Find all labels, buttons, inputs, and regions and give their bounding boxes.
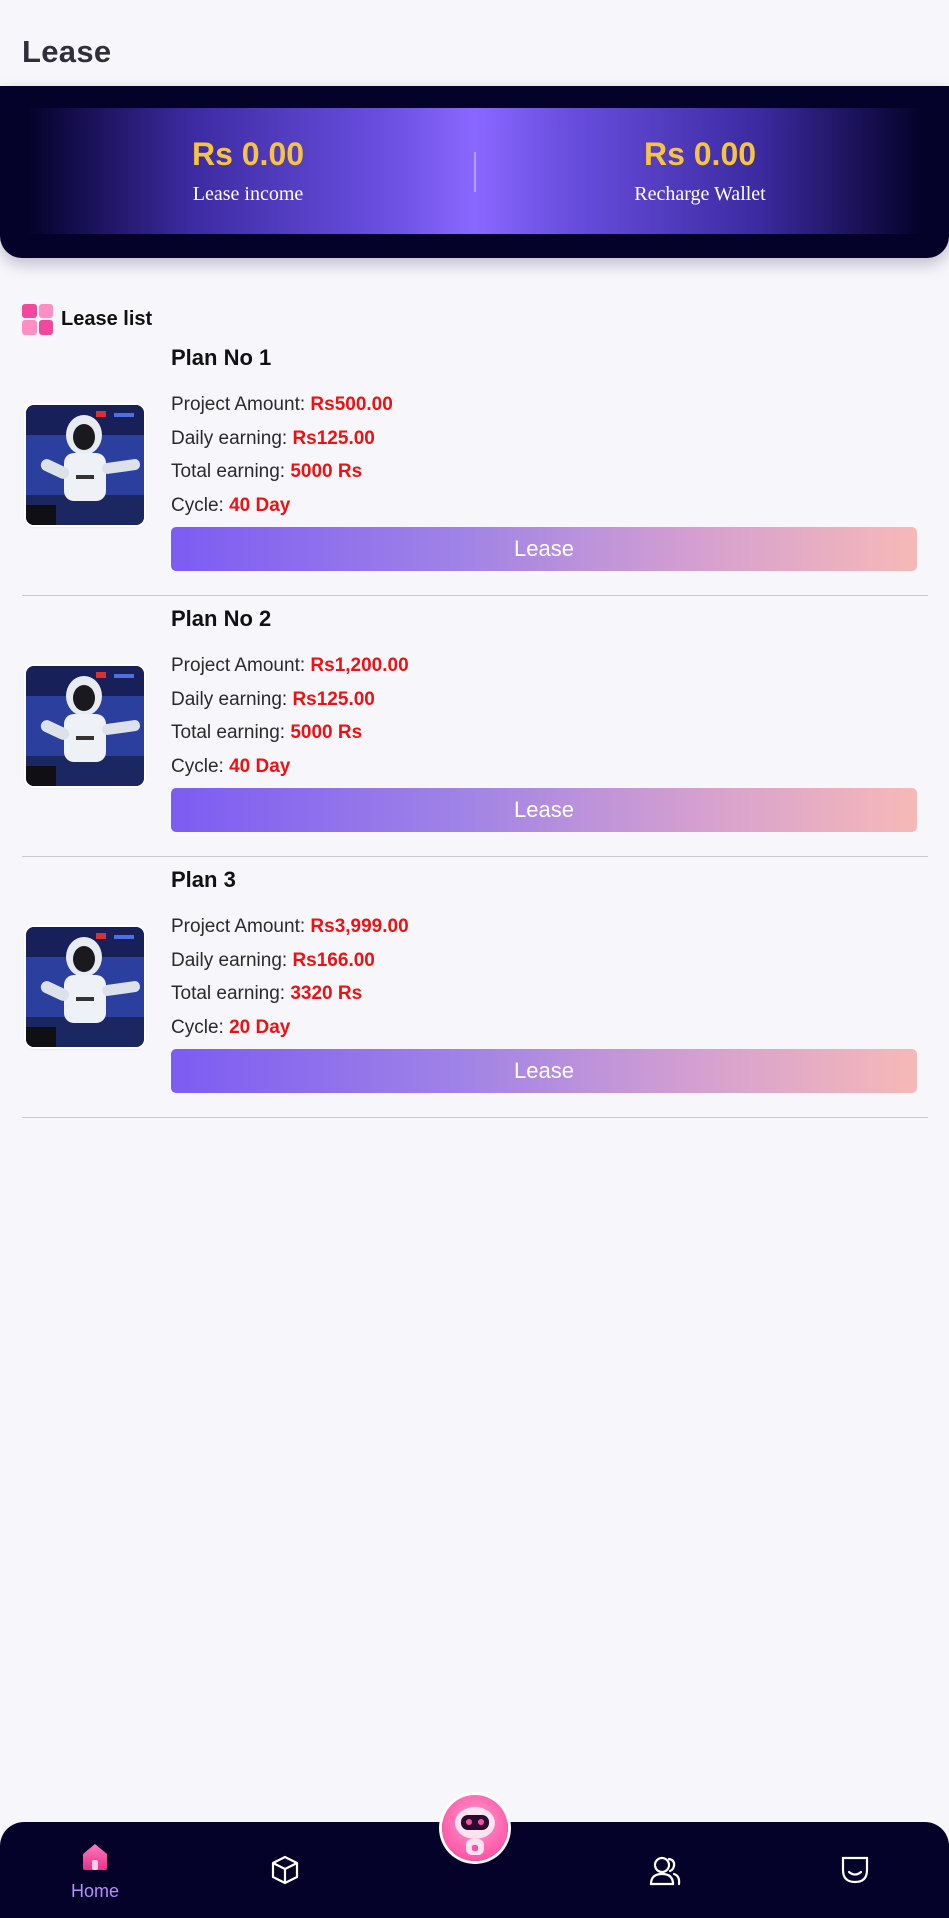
total-earning-label: Total earning: (171, 983, 291, 1004)
profile-icon (839, 1854, 871, 1891)
home-icon (79, 1840, 111, 1877)
cycle-label: Cycle: (171, 495, 230, 516)
lease-button[interactable]: Lease (171, 527, 917, 571)
daily-earning-row: Daily earning: Rs166.00 (171, 950, 375, 972)
daily-earning-row: Daily earning: Rs125.00 (171, 689, 375, 711)
cycle-row: Cycle: 20 Day (171, 1017, 290, 1039)
plan-card: Plan No 2 Project Amount: Rs1,200.00 Dai… (22, 596, 928, 857)
total-earning-label: Total earning: (171, 461, 291, 482)
section-title: Lease list (61, 307, 153, 330)
stat-divider (474, 152, 476, 192)
project-amount-label: Project Amount: (171, 655, 311, 676)
nav-home[interactable]: Home (35, 1822, 155, 1918)
lease-income-label: Lease income (192, 183, 304, 205)
grid-icon (22, 303, 53, 335)
project-amount-label: Project Amount: (171, 394, 311, 415)
users-icon (648, 1854, 682, 1893)
daily-earning-row: Daily earning: Rs125.00 (171, 428, 375, 450)
total-earning-value: 5000 Rs (290, 461, 363, 482)
recharge-wallet-label: Recharge Wallet (634, 183, 766, 205)
plan-name: Plan 3 (171, 867, 236, 892)
nav-team[interactable] (605, 1822, 725, 1918)
project-amount-value: Rs500.00 (310, 394, 393, 415)
total-earning-label: Total earning: (171, 722, 291, 743)
project-amount-value: Rs3,999.00 (310, 916, 409, 937)
lease-button[interactable]: Lease (171, 1049, 917, 1093)
daily-earning-value: Rs125.00 (292, 689, 375, 710)
plan-name: Plan No 1 (171, 345, 272, 370)
nav-profile[interactable] (795, 1822, 915, 1918)
cycle-value: 40 Day (229, 756, 291, 777)
balance-banner: Rs 0.00 Lease income Rs 0.00 Recharge Wa… (0, 86, 949, 258)
lease-income-value: Rs 0.00 (191, 136, 305, 172)
box-icon (269, 1854, 301, 1891)
daily-earning-label: Daily earning: (171, 428, 293, 449)
plan-card: Plan No 1 Project Amount: Rs500.00 Daily… (22, 335, 928, 596)
daily-earning-value: Rs166.00 (292, 950, 375, 971)
robot-assistant-button[interactable] (442, 1795, 508, 1861)
total-earning-row: Total earning: 5000 Rs (171, 722, 362, 744)
cycle-label: Cycle: (171, 1017, 230, 1038)
robot-thumbnail (26, 666, 144, 786)
project-amount-row: Project Amount: Rs1,200.00 (171, 655, 409, 677)
daily-earning-label: Daily earning: (171, 950, 293, 971)
recharge-wallet-stat[interactable]: Rs 0.00 Recharge Wallet (550, 136, 850, 206)
total-earning-row: Total earning: 5000 Rs (171, 461, 362, 483)
project-amount-row: Project Amount: Rs3,999.00 (171, 916, 409, 938)
robot-thumbnail (26, 927, 144, 1047)
robot-thumbnail (26, 405, 144, 525)
total-earning-value: 5000 Rs (290, 722, 363, 743)
daily-earning-value: Rs125.00 (292, 428, 375, 449)
lease-income-stat: Rs 0.00 Lease income (98, 136, 398, 206)
plan-name: Plan No 2 (171, 606, 272, 631)
lease-list-header: Lease list (22, 302, 152, 336)
cycle-value: 20 Day (229, 1017, 291, 1038)
cycle-value: 40 Day (229, 495, 291, 516)
lease-button[interactable]: Lease (171, 788, 917, 832)
plan-card: Plan 3 Project Amount: Rs3,999.00 Daily … (22, 857, 928, 1118)
cycle-label: Cycle: (171, 756, 230, 777)
cycle-row: Cycle: 40 Day (171, 495, 290, 517)
total-earning-row: Total earning: 3320 Rs (171, 983, 362, 1005)
page-title: Lease (22, 34, 112, 69)
project-amount-label: Project Amount: (171, 916, 311, 937)
project-amount-value: Rs1,200.00 (310, 655, 409, 676)
nav-products[interactable] (225, 1822, 345, 1918)
cycle-row: Cycle: 40 Day (171, 756, 290, 778)
project-amount-row: Project Amount: Rs500.00 (171, 394, 393, 416)
robot-icon (442, 1807, 508, 1865)
nav-home-label: Home (70, 1881, 119, 1901)
daily-earning-label: Daily earning: (171, 689, 293, 710)
recharge-wallet-value: Rs 0.00 (643, 136, 757, 172)
total-earning-value: 3320 Rs (290, 983, 363, 1004)
